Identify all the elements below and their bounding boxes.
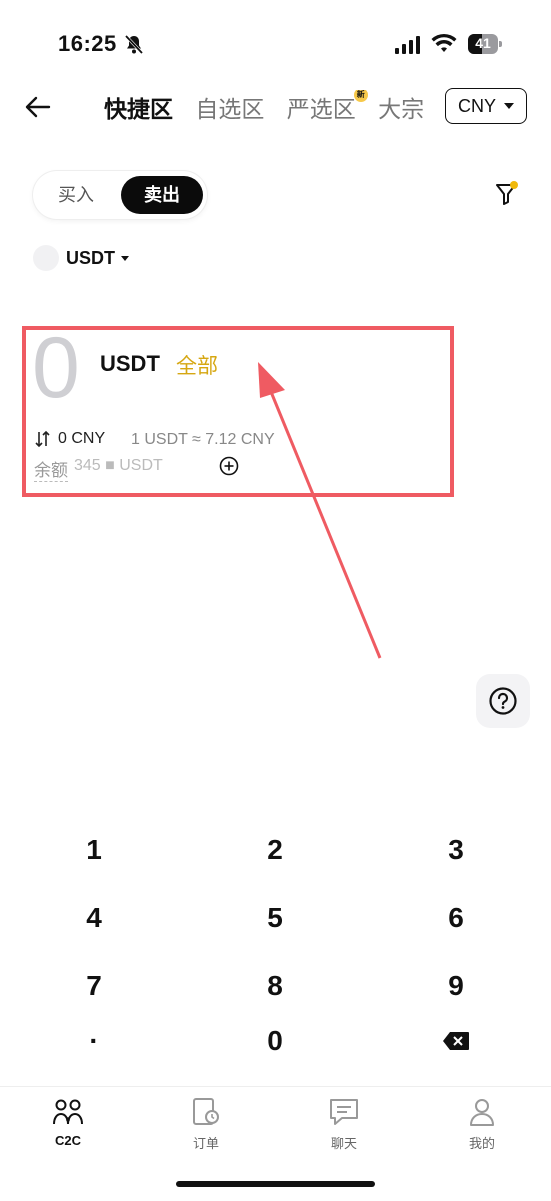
nav-c2c-label: C2C xyxy=(54,1133,81,1148)
coin-caret-down-icon xyxy=(121,256,129,261)
chat-icon xyxy=(330,1099,358,1125)
help-button[interactable] xyxy=(476,674,530,728)
nav-c2c[interactable]: C2C xyxy=(18,1097,118,1148)
add-funds-icon[interactable] xyxy=(219,456,239,476)
key-1[interactable]: 1 xyxy=(34,825,154,875)
coin-selector[interactable]: USDT xyxy=(66,248,129,269)
key-4[interactable]: 4 xyxy=(34,893,154,943)
key-8[interactable]: 8 xyxy=(215,961,335,1011)
balance-value: 345 ■ USDT xyxy=(74,457,163,474)
converted-amount[interactable]: 0 CNY xyxy=(34,430,105,448)
key-2[interactable]: 2 xyxy=(215,825,335,875)
nav-profile-label: 我的 xyxy=(468,1136,495,1151)
balance-label: 余额 xyxy=(34,456,68,482)
key-decimal[interactable]: · xyxy=(34,1016,154,1066)
profile-icon xyxy=(470,1099,494,1126)
cellular-signal-icon xyxy=(395,36,420,54)
nav-profile[interactable]: 我的 xyxy=(432,1097,532,1152)
nav-orders-label: 订单 xyxy=(192,1136,219,1151)
backspace-icon[interactable] xyxy=(442,1031,470,1051)
nav-orders[interactable]: 订单 xyxy=(156,1097,256,1152)
caret-down-icon xyxy=(504,103,514,109)
currency-label: CNY xyxy=(457,95,496,116)
c2c-people-icon xyxy=(53,1099,83,1125)
amount-input[interactable]: 0 xyxy=(32,325,80,411)
key-7[interactable]: 7 xyxy=(34,961,154,1011)
wifi-icon xyxy=(431,33,457,52)
coin-name-label: USDT xyxy=(66,248,115,268)
buy-tab[interactable]: 买入 xyxy=(33,171,119,219)
sell-tab[interactable]: 卖出 xyxy=(121,176,203,214)
question-icon xyxy=(489,687,517,715)
tab-bulk[interactable]: 大宗 xyxy=(378,90,424,124)
key-0[interactable]: 0 xyxy=(215,1016,335,1066)
tab-favorites[interactable]: 自选区 xyxy=(195,90,264,124)
key-9[interactable]: 9 xyxy=(396,961,516,1011)
filter-notification-dot xyxy=(510,181,518,189)
status-time: 16:25 xyxy=(58,31,117,56)
battery-icon: 41 xyxy=(468,34,502,54)
new-badge: 新 xyxy=(353,90,368,102)
coin-logo xyxy=(33,245,59,271)
nav-chat[interactable]: 聊天 xyxy=(294,1097,394,1152)
all-button[interactable]: 全部 xyxy=(176,350,218,380)
key-6[interactable]: 6 xyxy=(396,893,516,943)
market-tabs: 快捷区 自选区 严选区新 大宗 xyxy=(104,90,436,126)
nav-chat-label: 聊天 xyxy=(330,1136,357,1151)
order-clock-icon xyxy=(193,1098,219,1125)
back-arrow-icon[interactable] xyxy=(24,93,52,121)
tab-quick[interactable]: 快捷区 xyxy=(104,90,173,124)
amount-coin: USDT xyxy=(100,351,160,376)
currency-dropdown[interactable]: CNY xyxy=(445,88,527,124)
buy-sell-toggle: 买入 卖出 xyxy=(33,171,207,219)
converted-value: 0 CNY xyxy=(58,430,106,447)
home-indicator xyxy=(176,1181,375,1187)
battery-level: 41 xyxy=(475,35,491,51)
tab-selected-label: 严选区 xyxy=(286,96,356,122)
swap-arrows-icon xyxy=(35,430,50,448)
key-5[interactable]: 5 xyxy=(215,893,335,943)
tab-selected[interactable]: 严选区新 xyxy=(286,90,368,124)
key-3[interactable]: 3 xyxy=(396,825,516,875)
bell-muted-icon xyxy=(124,34,144,55)
exchange-rate: 1 USDT ≈ 7.12 CNY xyxy=(131,431,275,448)
